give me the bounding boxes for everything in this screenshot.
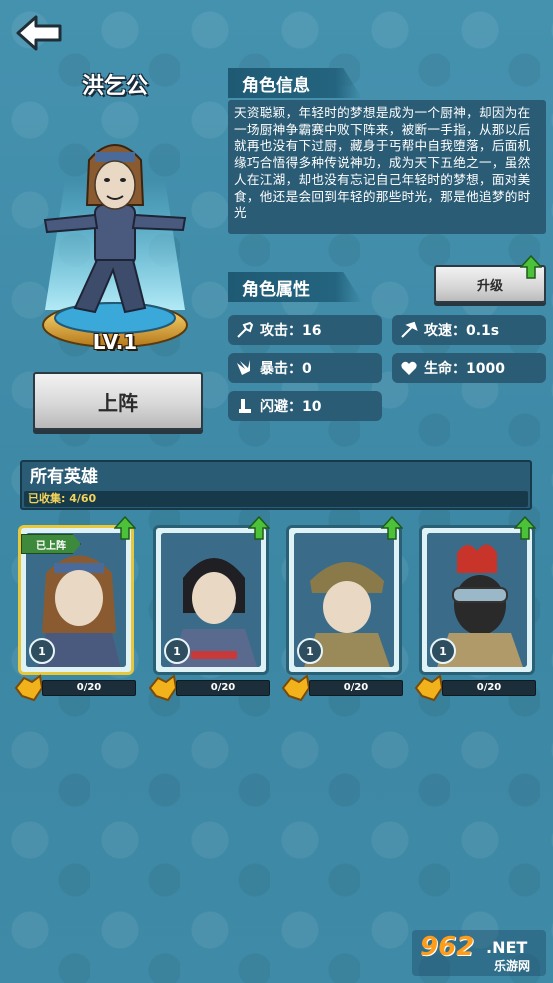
upgrade-arrow-icon: [113, 515, 137, 540]
hero-card-4[interactable]: 1: [419, 525, 535, 675]
hero-card-3[interactable]: 1: [286, 525, 402, 675]
back-arrow-icon[interactable]: [14, 14, 64, 52]
hero-card-2[interactable]: 1: [153, 525, 269, 675]
section-title-info: 角色信息: [228, 68, 362, 98]
fragment-icon: [146, 674, 178, 706]
stat-crit: 暴击：0: [228, 353, 382, 383]
hero-description: 天资聪颖，年轻时的梦想是成为一个厨神，却因为在一场厨神争霸赛中败下阵来，被断一手…: [228, 100, 546, 234]
collected-count: 已收集: 4/60: [28, 492, 97, 505]
dodge-icon: [239, 399, 251, 413]
fragment-icon: [279, 674, 311, 706]
watermark-suffix: .NET: [486, 938, 528, 957]
attack-icon: [237, 321, 254, 338]
attack-speed-icon: [401, 321, 418, 338]
hero-card-level: 1: [29, 638, 55, 664]
upgrade-arrow-icon: [380, 515, 404, 540]
fragment-progress: 0/20: [442, 680, 536, 696]
stat-attack-speed-label: 攻速：0.1s: [424, 323, 500, 339]
hero-card-1[interactable]: 已上阵 1: [18, 525, 134, 675]
upgrade-arrow-icon: [247, 515, 271, 540]
stat-attack: 攻击：16: [228, 315, 382, 345]
stat-crit-label: 暴击：0: [260, 361, 312, 377]
upgrade-label: 升级: [476, 278, 503, 294]
deploy-button[interactable]: 上阵: [33, 372, 203, 430]
fragment-progress: 0/20: [42, 680, 136, 696]
all-heroes-title: 所有英雄: [30, 467, 98, 487]
fragment-progress: 0/20: [176, 680, 270, 696]
stat-attack-speed: 攻速：0.1s: [392, 315, 546, 345]
stat-dodge: 闪避：10: [228, 391, 382, 421]
deployed-tag: 已上阵: [21, 534, 81, 554]
hero-level: LV.1: [92, 330, 138, 354]
site-watermark: 962 .NET 乐游网: [412, 930, 546, 976]
hero-card-level: 1: [164, 638, 190, 664]
stat-health: 生命：1000: [392, 353, 546, 383]
hero-card-level: 1: [430, 638, 456, 664]
stat-dodge-label: 闪避：10: [260, 399, 322, 415]
upgrade-arrow-icon: [513, 515, 537, 540]
hero-card-level: 1: [297, 638, 323, 664]
fragment-icon: [412, 674, 444, 706]
heart-icon: [401, 361, 417, 375]
stat-health-label: 生命：1000: [424, 361, 505, 377]
crit-icon: [237, 360, 250, 375]
watermark-main: 962: [420, 932, 475, 962]
fragment-progress: 0/20: [309, 680, 403, 696]
collected-bar: [24, 491, 528, 507]
hero-portrait: [25, 110, 205, 360]
upgrade-arrow-icon: [519, 254, 543, 279]
watermark-sub: 乐游网: [494, 959, 531, 973]
hero-name: 洪乞公: [81, 74, 148, 99]
stat-attack-label: 攻击：16: [260, 323, 322, 339]
fragment-icon: [12, 674, 44, 706]
section-title-attributes: 角色属性: [228, 272, 362, 302]
